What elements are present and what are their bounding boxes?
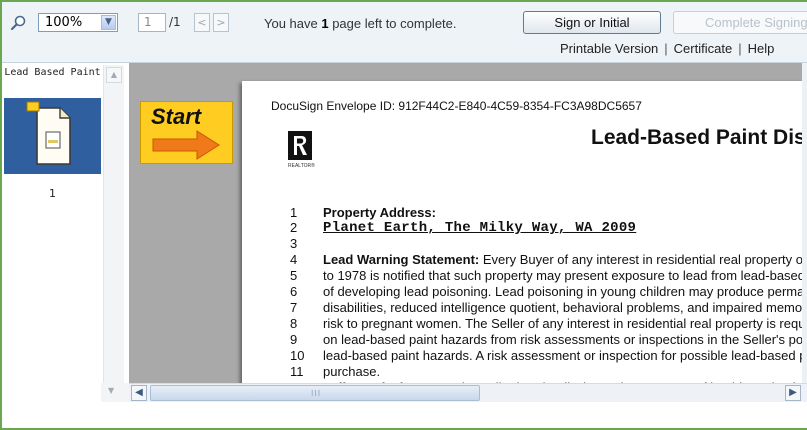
line-text: Planet Earth, The Milky Way, WA 2009: [323, 220, 637, 236]
zoom-select[interactable]: 100% ▼: [38, 13, 118, 32]
status-prefix: You have: [264, 16, 322, 31]
line-text: Lead Warning Statement: Every Buyer of a…: [323, 252, 807, 267]
page-total: /1: [169, 15, 181, 29]
line-text: Property Address:: [323, 205, 436, 220]
next-page-button[interactable]: >: [213, 13, 229, 32]
horizontal-scrollbar[interactable]: ◀ III ▶: [129, 383, 807, 403]
toolbar-links: Printable Version | Certificate | Help: [560, 41, 774, 56]
line-text: of developing lead poisoning. Lead poiso…: [323, 284, 807, 299]
certificate-link[interactable]: Certificate: [674, 41, 733, 56]
line-text: disabilities, reduced intelligence quoti…: [323, 300, 807, 315]
sidebar-scrollbar[interactable]: ▲ ▼: [103, 65, 124, 428]
link-separator: |: [664, 41, 668, 56]
thumbnail-panel: Lead Based Paint 1: [4, 65, 101, 428]
line-text: on lead-based paint hazards from risk as…: [323, 332, 807, 347]
thumbnail-page-number: 1: [49, 187, 56, 200]
line-number: 2: [290, 220, 298, 235]
line-number: 1: [290, 205, 298, 220]
line-number: 5: [290, 268, 298, 283]
link-separator: |: [738, 41, 742, 56]
page-number-input[interactable]: 1: [138, 13, 166, 32]
help-link[interactable]: Help: [748, 41, 775, 56]
scroll-up-icon[interactable]: ▲: [106, 67, 122, 83]
scroll-right-icon[interactable]: ▶: [785, 385, 801, 401]
line-number: 3: [290, 236, 298, 251]
prev-page-button[interactable]: <: [194, 13, 210, 32]
document-vertical-scrollbar[interactable]: [802, 63, 807, 383]
status-text: You have 1 page left to complete.: [264, 16, 457, 31]
status-count: 1: [321, 16, 329, 31]
line-number: 6: [290, 284, 298, 299]
line-text: to 1978 is notified that such property m…: [323, 268, 807, 283]
svg-text:REALTOR®: REALTOR®: [288, 162, 315, 169]
realtor-logo: REALTOR®: [288, 131, 315, 169]
line-number: 7: [290, 300, 298, 315]
docusign-window: 100% ▼ 1 /1 < > You have 1 page left to …: [0, 0, 807, 430]
chevron-down-icon: ▼: [108, 386, 115, 395]
scrollbar-thumb[interactable]: III: [150, 385, 480, 401]
bottom-strip: [2, 402, 807, 428]
grip-icon: III: [311, 389, 322, 398]
scroll-corner: ▼: [101, 383, 129, 402]
complete-signing-button[interactable]: Complete Signing: [673, 11, 807, 34]
thumbnail-sidebar: Lead Based Paint 1 ▲ ▼: [2, 63, 129, 428]
envelope-id: DocuSign Envelope ID: 912F44C2-E840-4C59…: [271, 99, 642, 113]
document-title: Lead-Based Paint Disclosure: [591, 126, 807, 149]
toolbar: 100% ▼ 1 /1 < > You have 1 page left to …: [2, 2, 807, 63]
page-thumbnail-icon: [26, 101, 71, 165]
line-number: 9: [290, 332, 298, 347]
line-heading: Property Address:: [323, 205, 436, 220]
line-number: 10: [290, 348, 305, 363]
page-thumbnail-selected[interactable]: [4, 98, 101, 174]
printable-version-link[interactable]: Printable Version: [560, 41, 658, 56]
sign-or-initial-button[interactable]: Sign or Initial: [523, 11, 661, 34]
line-text: risk to pregnant women. The Seller of an…: [323, 316, 807, 331]
line-number: 8: [290, 316, 298, 331]
document-viewer[interactable]: DocuSign Envelope ID: 912F44C2-E840-4C59…: [129, 63, 807, 383]
line-number: 11: [290, 364, 304, 379]
document-name: Lead Based Paint: [4, 67, 101, 78]
arrow-right-icon: [152, 130, 220, 160]
chevron-down-icon[interactable]: ▼: [101, 15, 116, 30]
line-text: lead-based paint hazards. A risk assessm…: [323, 348, 807, 363]
status-suffix: page left to complete.: [328, 16, 457, 31]
document-page: DocuSign Envelope ID: 912F44C2-E840-4C59…: [242, 81, 807, 383]
line-heading: Lead Warning Statement:: [323, 252, 480, 267]
magnifier-icon[interactable]: [10, 15, 26, 31]
start-tag[interactable]: Start: [140, 101, 233, 164]
line-number: 4: [290, 252, 298, 267]
scroll-left-icon[interactable]: ◀: [131, 385, 147, 401]
line-text: purchase.: [323, 364, 381, 379]
zoom-value: 100%: [45, 15, 83, 30]
